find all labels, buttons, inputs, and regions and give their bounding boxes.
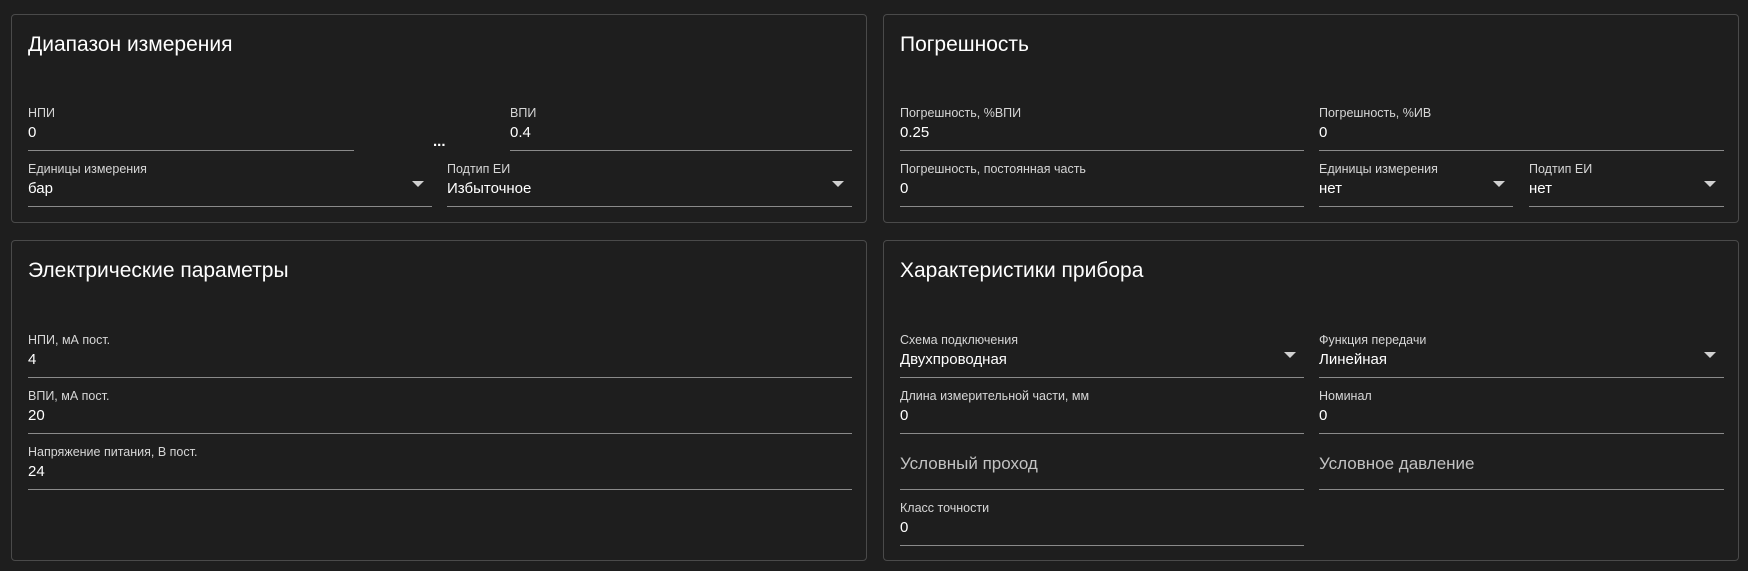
field-label: Погрешность, постоянная часть xyxy=(900,162,1086,176)
field-label: Погрешность, %ИВ xyxy=(1319,106,1432,120)
field-label: Номинал xyxy=(1319,389,1372,403)
chevron-down-icon[interactable] xyxy=(1284,352,1296,358)
field-label: Подтип ЕИ xyxy=(447,162,511,176)
field-label: НПИ xyxy=(28,106,55,120)
units-select[interactable]: Единицы измерения бар xyxy=(28,161,432,207)
card-title: Электрические параметры xyxy=(28,259,289,282)
lower-current-field[interactable]: НПИ, мА пост. 4 xyxy=(28,332,852,378)
measurement-range-card: Диапазон измерения НПИ 0 ... ВПИ 0.4 Еди… xyxy=(11,14,867,223)
field-value: 0 xyxy=(28,124,37,141)
field-value: 20 xyxy=(28,407,45,424)
field-placeholder: Условный проход xyxy=(900,454,1038,473)
electrical-parameters-card: Электрические параметры НПИ, мА пост. 4 … xyxy=(11,240,867,561)
upper-current-field[interactable]: ВПИ, мА пост. 20 xyxy=(28,388,852,434)
chevron-down-icon[interactable] xyxy=(832,181,844,187)
error-percent-measured-field[interactable]: Погрешность, %ИВ 0 xyxy=(1319,105,1724,151)
field-label: Напряжение питания, В пост. xyxy=(28,445,198,459)
error-constant-field[interactable]: Погрешность, постоянная часть 0 xyxy=(900,161,1304,207)
nominal-pressure-field[interactable]: Условное давление xyxy=(1319,444,1724,490)
field-value: 0 xyxy=(1319,407,1328,424)
field-value: Избыточное xyxy=(447,180,532,197)
field-value: Двухпроводная xyxy=(900,351,1007,368)
field-value: 0 xyxy=(900,407,909,424)
lower-limit-field[interactable]: НПИ 0 xyxy=(28,105,354,151)
field-label: ВПИ, мА пост. xyxy=(28,389,110,403)
transfer-function-select[interactable]: Функция передачи Линейная xyxy=(1319,332,1724,378)
field-label: Подтип ЕИ xyxy=(1529,162,1593,176)
wiring-scheme-select[interactable]: Схема подключения Двухпроводная xyxy=(900,332,1304,378)
field-value: 0.4 xyxy=(510,124,531,141)
field-label: Единицы измерения xyxy=(1319,162,1438,176)
field-placeholder: Условное давление xyxy=(1319,454,1475,473)
card-title: Погрешность xyxy=(900,33,1029,56)
field-value: 24 xyxy=(28,463,45,480)
field-value: 0.25 xyxy=(900,124,930,141)
supply-voltage-field[interactable]: Напряжение питания, В пост. 24 xyxy=(28,444,852,490)
chevron-down-icon[interactable] xyxy=(1704,181,1716,187)
range-separator: ... xyxy=(433,133,446,150)
field-value: нет xyxy=(1529,180,1552,197)
field-value: 0 xyxy=(1319,124,1328,141)
field-label: ВПИ xyxy=(510,106,537,120)
field-label: Погрешность, %ВПИ xyxy=(900,106,1022,120)
field-label: Функция передачи xyxy=(1319,333,1427,347)
error-units-select[interactable]: Единицы измерения нет xyxy=(1319,161,1513,207)
field-value: 4 xyxy=(28,351,37,368)
card-title: Диапазон измерения xyxy=(28,33,233,56)
nominal-field[interactable]: Номинал 0 xyxy=(1319,388,1724,434)
field-value: 0 xyxy=(900,519,909,536)
chevron-down-icon[interactable] xyxy=(1704,352,1716,358)
accuracy-class-field[interactable]: Класс точности 0 xyxy=(900,500,1304,546)
nominal-bore-field[interactable]: Условный проход xyxy=(900,444,1304,490)
field-value: Линейная xyxy=(1319,351,1387,368)
error-percent-upper-field[interactable]: Погрешность, %ВПИ 0.25 xyxy=(900,105,1304,151)
field-value: нет xyxy=(1319,180,1342,197)
field-label: Длина измерительной части, мм xyxy=(900,389,1090,403)
card-title: Характеристики прибора xyxy=(900,259,1144,282)
error-unit-subtype-select[interactable]: Подтип ЕИ нет xyxy=(1529,161,1724,207)
measuring-length-field[interactable]: Длина измерительной части, мм 0 xyxy=(900,388,1304,434)
field-label: Класс точности xyxy=(900,501,990,515)
device-characteristics-card: Характеристики прибора Схема подключения… xyxy=(883,240,1739,561)
field-value: 0 xyxy=(900,180,909,197)
upper-limit-field[interactable]: ВПИ 0.4 xyxy=(510,105,852,151)
field-label: Схема подключения xyxy=(900,333,1018,347)
error-card: Погрешность Погрешность, %ВПИ 0.25 Погре… xyxy=(883,14,1739,223)
field-value: бар xyxy=(28,180,53,197)
field-label: Единицы измерения xyxy=(28,162,147,176)
chevron-down-icon[interactable] xyxy=(1493,181,1505,187)
unit-subtype-select[interactable]: Подтип ЕИ Избыточное xyxy=(447,161,852,207)
field-label: НПИ, мА пост. xyxy=(28,333,111,347)
chevron-down-icon[interactable] xyxy=(412,181,424,187)
